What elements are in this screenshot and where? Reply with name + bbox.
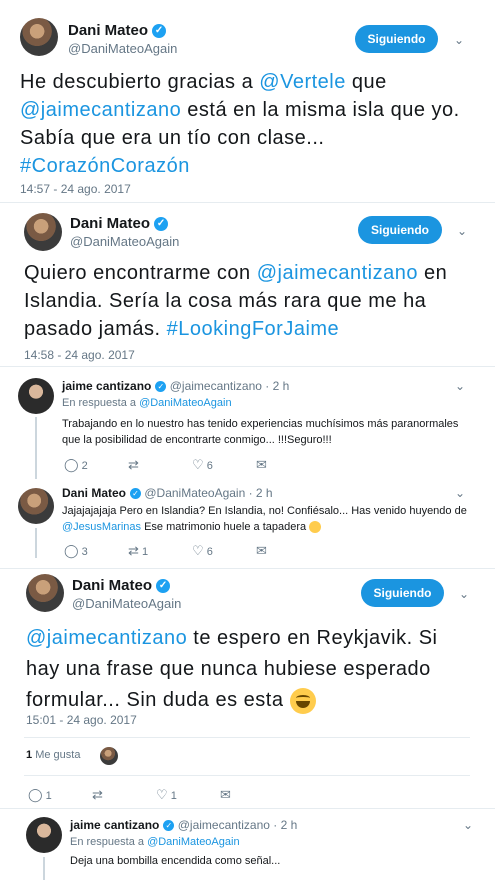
mention-link[interactable]: @jaimecantizano: [20, 99, 181, 121]
following-button[interactable]: Siguiendo: [361, 579, 444, 607]
thread-line: [43, 857, 45, 880]
mention-link[interactable]: @JesusMarinas: [62, 521, 141, 533]
message-icon: ✉: [256, 457, 267, 472]
retweet-action[interactable]: ⇄: [92, 787, 103, 803]
mention-link[interactable]: @Vertele: [259, 71, 346, 93]
reply-author[interactable]: Dani Mateo ✓ @DaniMateoAgain · 2 h: [62, 486, 273, 500]
reply-author[interactable]: jaime cantizano ✓ @jaimecantizano · 2 h: [62, 379, 289, 393]
divider: [24, 775, 470, 776]
reply-action[interactable]: ◯ 1: [28, 787, 52, 803]
following-button[interactable]: Siguiendo: [355, 25, 438, 53]
like-action[interactable]: ♡ 6: [192, 543, 213, 559]
timestamp[interactable]: 14:58 - 24 ago. 2017: [24, 348, 135, 362]
timestamp[interactable]: 14:57 - 24 ago. 2017: [20, 182, 131, 196]
reply-action[interactable]: ◯ 2: [64, 457, 88, 473]
like-action[interactable]: ♡ 1: [156, 787, 177, 803]
author-handle[interactable]: @DaniMateoAgain: [70, 234, 179, 249]
avatar[interactable]: [18, 488, 54, 524]
message-action[interactable]: ✉: [256, 543, 267, 559]
avatar[interactable]: [20, 18, 58, 56]
following-button[interactable]: Siguiendo: [358, 216, 442, 244]
reply-3: jaime cantizano ✓ @jaimecantizano · 2 h ⌄…: [0, 809, 495, 880]
mention-link[interactable]: @jaimecantizano: [257, 262, 418, 284]
tweet-text: @jaimecantizano te espero en Reykjavik. …: [26, 623, 471, 716]
message-action[interactable]: ✉: [256, 457, 267, 473]
retweet-icon: ⇄: [92, 787, 103, 802]
reply-1: jaime cantizano ✓ @jaimecantizano · 2 h ⌄…: [0, 367, 495, 479]
tweet-3: Dani Mateo ✓ @DaniMateoAgain Siguiendo ⌄ …: [0, 569, 495, 809]
divider: [0, 202, 495, 203]
retweet-action[interactable]: ⇄ 1: [128, 543, 148, 559]
emoji-icon: [309, 521, 322, 534]
verified-icon: ✓: [156, 579, 171, 594]
message-action[interactable]: ✉: [220, 787, 231, 803]
chevron-down-icon[interactable]: ⌄: [460, 818, 476, 832]
reply-context: En respuesta a @DaniMateoAgain: [62, 397, 232, 409]
reply-text: Trabajando en lo nuestro has tenido expe…: [62, 418, 459, 446]
avatar[interactable]: [26, 574, 64, 612]
grinning-emoji-icon: [289, 687, 316, 714]
like-icon: ♡: [192, 543, 204, 558]
hashtag-link[interactable]: #LookingForJaime: [167, 318, 340, 340]
thread-line: [35, 528, 37, 558]
reply-text: Jajajajajaja Pero en Islandia? En Island…: [62, 505, 467, 534]
chevron-down-icon[interactable]: ⌄: [451, 33, 467, 47]
author-handle[interactable]: @DaniMateoAgain: [72, 596, 181, 611]
chevron-down-icon[interactable]: ⌄: [456, 587, 472, 601]
reply-author[interactable]: jaime cantizano ✓ @jaimecantizano · 2 h: [70, 818, 297, 832]
reply-icon: ◯: [28, 787, 43, 802]
like-action[interactable]: ♡ 6: [192, 457, 213, 473]
mention-link[interactable]: @jaimecantizano: [26, 627, 187, 649]
chevron-down-icon[interactable]: ⌄: [452, 379, 468, 393]
verified-icon: ✓: [130, 488, 142, 500]
reply-icon: ◯: [64, 457, 79, 472]
verified-icon: ✓: [163, 820, 175, 832]
mention-link[interactable]: @DaniMateoAgain: [139, 397, 232, 409]
message-icon: ✉: [220, 787, 231, 802]
likes-summary[interactable]: 1 Me gusta: [26, 749, 80, 761]
timestamp[interactable]: 15:01 - 24 ago. 2017: [26, 713, 137, 727]
hashtag-link[interactable]: #CorazónCorazón: [20, 155, 190, 177]
verified-icon: ✓: [152, 24, 167, 39]
retweet-icon: ⇄: [128, 543, 139, 558]
author-name[interactable]: Dani Mateo ✓: [68, 22, 167, 39]
tweet-text: He descubierto gracias a @Vertele que @j…: [20, 71, 460, 177]
thread-line: [35, 417, 37, 479]
avatar[interactable]: [26, 817, 62, 853]
reply-text: Deja una bombilla encendida como señal..…: [70, 855, 281, 867]
tweet-text: Quiero encontrarme con @jaimecantizano e…: [24, 262, 448, 340]
reply-icon: ◯: [64, 543, 79, 558]
verified-icon: ✓: [155, 381, 167, 393]
like-icon: ♡: [156, 787, 168, 802]
retweet-icon: ⇄: [128, 457, 139, 472]
reply-context: En respuesta a @DaniMateoAgain: [70, 836, 240, 848]
liker-avatar[interactable]: [100, 747, 118, 765]
author-name[interactable]: Dani Mateo ✓: [70, 215, 169, 232]
author-name[interactable]: Dani Mateo ✓: [72, 577, 171, 594]
reply-2: Dani Mateo ✓ @DaniMateoAgain · 2 h ⌄ Jaja…: [0, 480, 495, 570]
reply-action[interactable]: ◯ 3: [64, 543, 88, 559]
mention-link[interactable]: @DaniMateoAgain: [147, 836, 240, 848]
divider: [24, 737, 470, 738]
avatar[interactable]: [18, 378, 54, 414]
like-icon: ♡: [192, 457, 204, 472]
message-icon: ✉: [256, 543, 267, 558]
tweet-1: Dani Mateo ✓ @DaniMateoAgain Siguiendo ⌄ …: [0, 0, 495, 205]
retweet-action[interactable]: ⇄: [128, 457, 139, 473]
verified-icon: ✓: [154, 217, 169, 232]
avatar[interactable]: [24, 213, 62, 251]
tweet-2: Dani Mateo ✓ @DaniMateoAgain Siguiendo ⌄ …: [0, 205, 495, 365]
chevron-down-icon[interactable]: ⌄: [452, 486, 468, 500]
author-handle[interactable]: @DaniMateoAgain: [68, 41, 177, 56]
chevron-down-icon[interactable]: ⌄: [454, 224, 470, 238]
